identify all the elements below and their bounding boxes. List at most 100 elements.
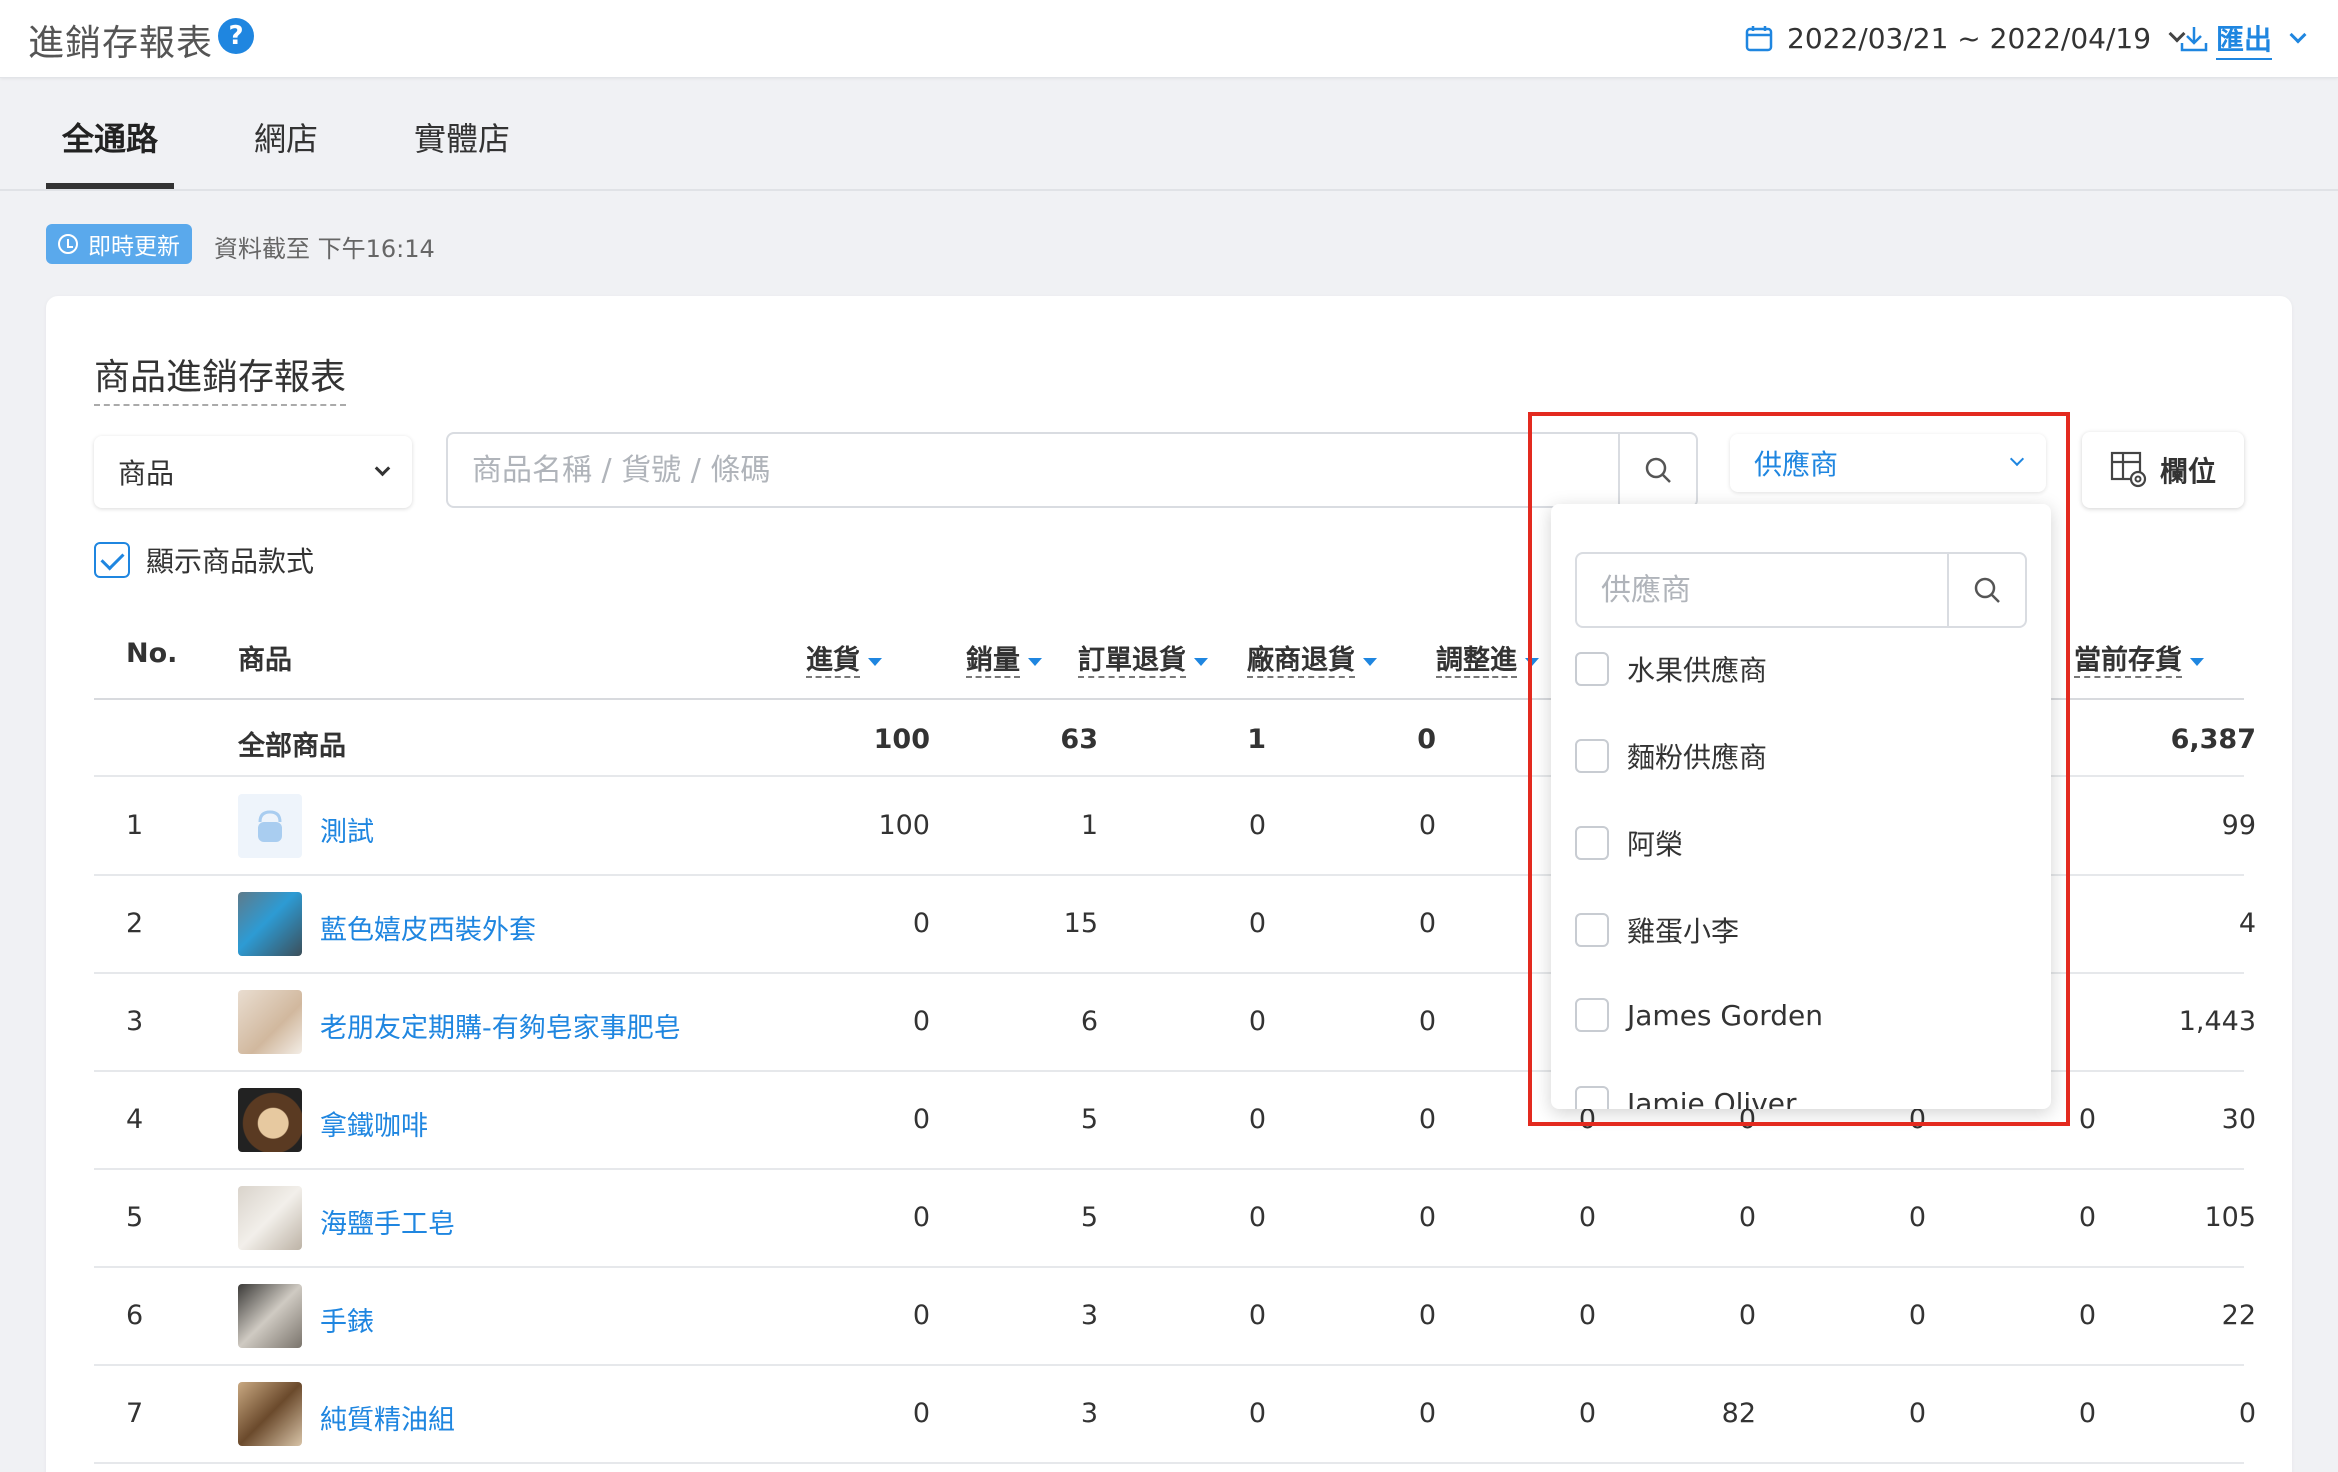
cell-c8: 0	[2078, 1104, 2096, 1135]
cell-order-return: 0	[1248, 810, 1266, 841]
product-thumbnail[interactable]	[238, 794, 302, 858]
cell-current-stock: 99	[2221, 810, 2256, 841]
cell-sales: 3	[1080, 1300, 1098, 1331]
cell-purchase: 0	[912, 1006, 930, 1037]
col-header-current-stock[interactable]: 當前存貨	[2074, 638, 2204, 678]
sort-down-icon	[1525, 657, 1539, 666]
cell-vendor-return: 0	[1418, 1300, 1436, 1331]
search-icon	[1974, 577, 2000, 603]
col-header-purchase[interactable]: 進貨	[806, 638, 882, 678]
row-number: 2	[126, 908, 144, 939]
cell-vendor-return: 0	[1418, 1398, 1436, 1429]
date-range-picker[interactable]: 2022/03/21 ~ 2022/04/19	[1745, 20, 2186, 56]
chevron-down-icon	[374, 460, 391, 476]
product-thumbnail[interactable]	[238, 1382, 302, 1446]
col-header-product: 商品	[238, 645, 292, 676]
supplier-option-label: 水果供應商	[1627, 654, 1768, 687]
row-number: 6	[126, 1300, 144, 1331]
cell-vendor-return: 0	[1418, 810, 1436, 841]
supplier-select[interactable]: 供應商	[1730, 434, 2046, 492]
cell-c6: 0	[1738, 1202, 1756, 1233]
top-bar: 進銷存報表 ? 2022/03/21 ~ 2022/04/19 匯出	[0, 0, 2338, 78]
download-icon	[2180, 27, 2208, 52]
card-title: 商品進銷存報表	[94, 348, 347, 406]
supplier-checkbox[interactable]	[1575, 1086, 1609, 1109]
live-update-badge[interactable]: 即時更新	[46, 224, 192, 264]
supplier-checkbox[interactable]	[1575, 652, 1609, 686]
col-header-purchase-label: 進貨	[806, 645, 860, 678]
supplier-option[interactable]: James Gorden	[1575, 998, 1823, 1032]
supplier-option[interactable]: 阿榮	[1575, 823, 1683, 863]
supplier-option-label: Jamie Oliver	[1627, 1086, 1797, 1110]
tab-physical-store[interactable]: 實體店	[414, 114, 510, 160]
chevron-down-icon	[2289, 26, 2307, 44]
col-header-vendor-return[interactable]: 廠商退貨	[1247, 638, 1377, 678]
product-search	[446, 432, 1698, 508]
show-variants-toggle[interactable]: 顯示商品款式	[94, 540, 314, 580]
product-thumbnail[interactable]	[238, 1088, 302, 1152]
sort-down-icon	[1028, 657, 1042, 666]
col-header-sales[interactable]: 銷量	[966, 638, 1042, 678]
product-name-link[interactable]: 老朋友定期購-有夠皂家事肥皂	[320, 1006, 681, 1045]
cell-c7: 0	[1908, 1398, 1926, 1429]
supplier-checkbox[interactable]	[1575, 739, 1609, 773]
total-purchase: 100	[873, 724, 930, 755]
show-variants-label: 顯示商品款式	[146, 545, 315, 578]
cell-current-stock: 0	[2238, 1398, 2256, 1429]
cell-order-return: 0	[1248, 908, 1266, 939]
cell-current-stock: 30	[2221, 1104, 2256, 1135]
cell-purchase: 0	[912, 1104, 930, 1135]
export-button[interactable]: 匯出	[2180, 18, 2307, 60]
col-header-sales-label: 銷量	[966, 645, 1020, 678]
product-name-link[interactable]: 測試	[320, 810, 374, 849]
columns-button[interactable]: 欄位	[2082, 432, 2244, 508]
product-thumbnail[interactable]	[238, 892, 302, 956]
product-search-input[interactable]	[448, 434, 1620, 506]
product-thumbnail[interactable]	[238, 1284, 302, 1348]
data-timestamp: 資料截至 下午16:14	[214, 235, 435, 263]
cell-purchase: 0	[912, 1202, 930, 1233]
supplier-search-input[interactable]	[1577, 554, 1947, 626]
cell-current-stock: 1,443	[2178, 1006, 2256, 1037]
supplier-checkbox[interactable]	[1575, 826, 1609, 860]
cell-c7: 0	[1908, 1300, 1926, 1331]
product-thumbnail[interactable]	[238, 990, 302, 1054]
supplier-checkbox[interactable]	[1575, 998, 1609, 1032]
cell-vendor-return: 0	[1418, 908, 1436, 939]
tab-online-store[interactable]: 網店	[254, 114, 318, 160]
product-name-link[interactable]: 拿鐵咖啡	[320, 1104, 428, 1143]
row-divider	[94, 1462, 2244, 1464]
col-header-adjust-in[interactable]: 調整進	[1436, 638, 1539, 678]
cell-c6: 0	[1738, 1300, 1756, 1331]
cell-order-return: 0	[1248, 1398, 1266, 1429]
supplier-option[interactable]: 雞蛋小李	[1575, 910, 1739, 950]
product-search-button[interactable]	[1618, 434, 1696, 506]
page-title: 進銷存報表	[28, 23, 214, 64]
total-sales: 63	[1060, 724, 1098, 755]
sort-down-icon	[2190, 657, 2204, 666]
supplier-checkbox[interactable]	[1575, 913, 1609, 947]
supplier-option[interactable]: 麵粉供應商	[1575, 736, 1767, 776]
tab-all-channels[interactable]: 全通路	[62, 114, 158, 160]
columns-label: 欄位	[2159, 455, 2216, 488]
history-icon	[58, 234, 78, 254]
calendar-icon	[1745, 26, 1773, 52]
supplier-option[interactable]: Jamie Oliver	[1575, 1086, 1797, 1109]
row-number: 3	[126, 1006, 144, 1037]
product-thumbnail[interactable]	[238, 1186, 302, 1250]
cell-current-stock: 22	[2221, 1300, 2256, 1331]
cell-purchase: 100	[878, 810, 930, 841]
product-name-link[interactable]: 海鹽手工皂	[320, 1202, 455, 1241]
cell-c6: 82	[1721, 1398, 1756, 1429]
supplier-search-button[interactable]	[1947, 554, 2025, 626]
show-variants-checkbox[interactable]	[94, 542, 130, 578]
product-name-link[interactable]: 藍色嬉皮西裝外套	[320, 908, 536, 947]
search-type-select[interactable]: 商品	[94, 436, 412, 508]
help-icon[interactable]: ?	[218, 18, 254, 54]
sort-down-icon	[868, 657, 882, 666]
product-name-link[interactable]: 手錶	[320, 1300, 374, 1339]
export-label: 匯出	[2216, 18, 2273, 60]
supplier-option[interactable]: 水果供應商	[1575, 649, 1767, 689]
col-header-order-return[interactable]: 訂單退貨	[1078, 638, 1208, 678]
product-name-link[interactable]: 純質精油組	[320, 1398, 455, 1437]
